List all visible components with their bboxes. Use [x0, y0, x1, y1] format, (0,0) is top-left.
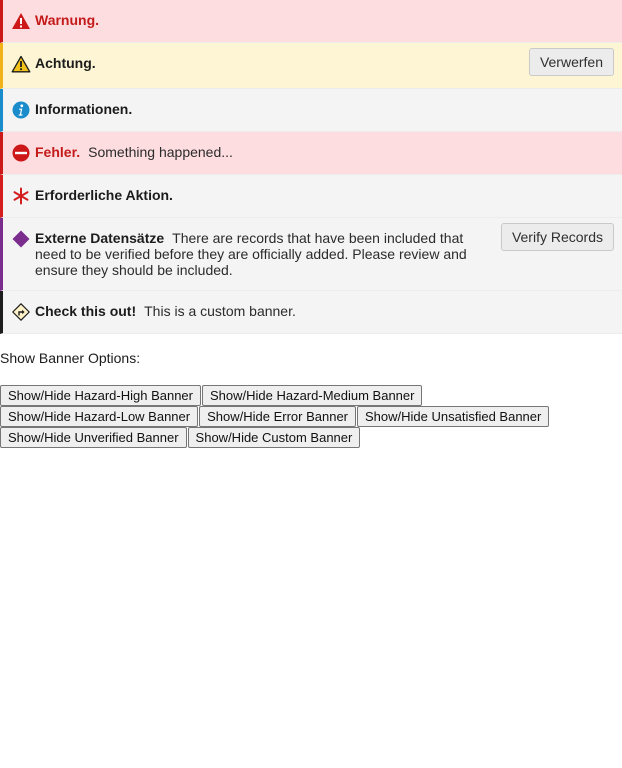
toggle-hazard-medium-button[interactable]: Show/Hide Hazard-Medium Banner	[201, 385, 423, 406]
toggle-unverified-button[interactable]: Show/Hide Unverified Banner	[0, 427, 187, 448]
banner-title: Externe Datensätze	[35, 230, 165, 246]
banner-hazard-medium: Achtung. Verwerfen	[0, 43, 622, 89]
no-entry-icon	[11, 144, 31, 162]
banner-content: Check this out! This is a custom banner.	[35, 303, 614, 319]
options-label: Show Banner Options:	[0, 350, 141, 366]
info-circle-icon	[11, 101, 31, 119]
banner-options: Show Banner Options: Show/Hide Hazard-Hi…	[0, 350, 622, 448]
banner-unsatisfied: Erforderliche Aktion.	[0, 175, 622, 218]
banner-title: Informationen.	[35, 101, 133, 117]
toggle-unsatisfied-button[interactable]: Show/Hide Unsatisfied Banner	[357, 406, 550, 427]
banner-content: Erforderliche Aktion.	[35, 187, 614, 203]
banner-title: Fehler.	[35, 144, 81, 160]
banner-message: This is a custom banner.	[144, 303, 296, 319]
warning-triangle-icon	[11, 12, 31, 30]
toggle-error-button[interactable]: Show/Hide Error Banner	[199, 406, 357, 427]
banner-message: Something happened...	[88, 144, 233, 160]
toggle-button-group: Show/Hide Hazard-High Banner Show/Hide H…	[0, 385, 600, 448]
banner-title: Check this out!	[35, 303, 137, 319]
toggle-custom-button[interactable]: Show/Hide Custom Banner	[187, 427, 361, 448]
banner-content: Externe Datensätze There are records that…	[35, 230, 501, 278]
toggle-hazard-high-button[interactable]: Show/Hide Hazard-High Banner	[0, 385, 201, 406]
banner-hazard-low: Informationen.	[0, 89, 622, 132]
asterisk-icon	[11, 187, 31, 205]
dismiss-button[interactable]: Verwerfen	[528, 48, 614, 76]
banner-custom: Check this out! This is a custom banner.	[0, 291, 622, 334]
banner-content: Fehler. Something happened...	[35, 144, 614, 160]
banner-title: Achtung.	[35, 55, 96, 71]
banner-unverified: Externe Datensätze There are records that…	[0, 218, 622, 291]
verify-records-button[interactable]: Verify Records	[500, 223, 614, 251]
banner-content: Achtung.	[35, 55, 529, 71]
banner-hazard-high: Warnung.	[0, 0, 622, 43]
banner-title: Warnung.	[35, 12, 100, 28]
diamond-icon	[11, 230, 31, 248]
banner-title: Erforderliche Aktion.	[35, 187, 173, 203]
caution-triangle-icon	[11, 55, 31, 73]
banner-error: Fehler. Something happened...	[0, 132, 622, 175]
banner-content: Informationen.	[35, 101, 614, 117]
toggle-hazard-low-button[interactable]: Show/Hide Hazard-Low Banner	[0, 406, 199, 427]
road-sign-icon	[11, 303, 31, 321]
banner-content: Warnung.	[35, 12, 614, 28]
